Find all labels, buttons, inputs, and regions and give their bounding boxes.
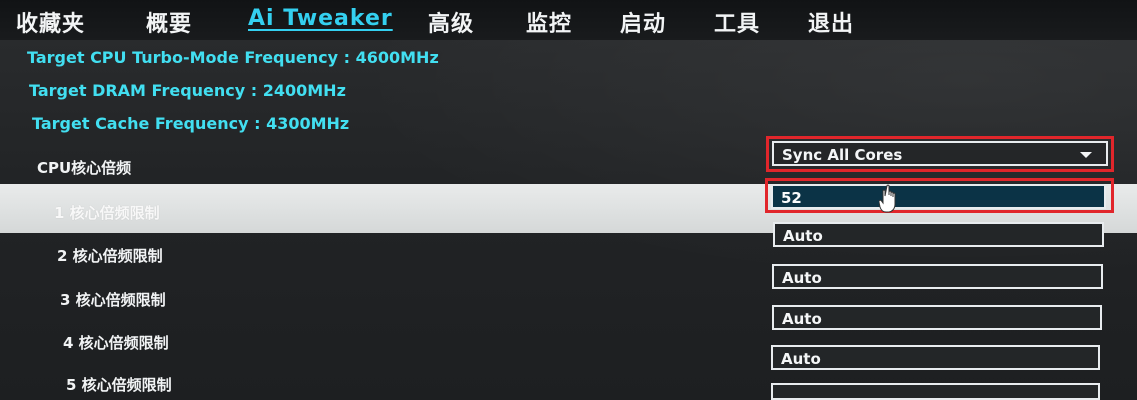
core3-ratio-limit-input[interactable]: Auto: [772, 264, 1103, 289]
core5-ratio-limit-label: 5 核心倍频限制: [66, 376, 172, 394]
tab-tool[interactable]: 工具: [714, 6, 760, 38]
target-cache-frequency: Target Cache Frequency : 4300MHz: [32, 114, 350, 133]
tab-ai-tweaker[interactable]: Ai Tweaker: [248, 6, 393, 31]
target-dram-frequency: Target DRAM Frequency : 2400MHz: [29, 81, 346, 100]
core5-ratio-limit-value: Auto: [781, 350, 821, 368]
hand-cursor-icon: [879, 184, 896, 213]
annotation-red-box-input: [765, 178, 1114, 213]
core4-ratio-limit-label: 4 核心倍频限制: [63, 334, 169, 352]
tab-boot[interactable]: 启动: [620, 6, 666, 38]
tab-favorites[interactable]: 收藏夹: [16, 6, 85, 38]
target-cpu-turbo-frequency: Target CPU Turbo-Mode Frequency : 4600MH…: [27, 48, 439, 67]
top-menu-bar: 收藏夹 概要 Ai Tweaker 高级 监控 启动 工具 退出: [0, 0, 1137, 40]
core3-ratio-limit-value: Auto: [782, 269, 822, 287]
core4-ratio-limit-input[interactable]: Auto: [772, 305, 1102, 330]
core4-ratio-limit-value: Auto: [782, 310, 822, 328]
bios-screen: 收藏夹 概要 Ai Tweaker 高级 监控 启动 工具 退出 Target …: [0, 0, 1137, 400]
core2-ratio-limit-label: 2 核心倍频限制: [57, 247, 163, 265]
core3-ratio-limit-label: 3 核心倍频限制: [60, 291, 166, 309]
core2-ratio-limit-input[interactable]: Auto: [773, 222, 1104, 247]
tab-overview[interactable]: 概要: [146, 6, 192, 38]
core5-ratio-limit-input[interactable]: Auto: [771, 345, 1100, 370]
tab-exit[interactable]: 退出: [808, 6, 854, 38]
cpu-core-ratio-label: CPU核心倍频: [37, 159, 132, 177]
tab-monitor[interactable]: 监控: [526, 6, 572, 38]
next-ratio-limit-input-partial[interactable]: [771, 383, 1100, 400]
core1-ratio-limit-label: 1 核心倍频限制: [54, 204, 160, 222]
tab-advanced[interactable]: 高级: [428, 6, 474, 38]
core2-ratio-limit-value: Auto: [783, 227, 823, 245]
annotation-red-box-dropdown: [766, 136, 1114, 172]
